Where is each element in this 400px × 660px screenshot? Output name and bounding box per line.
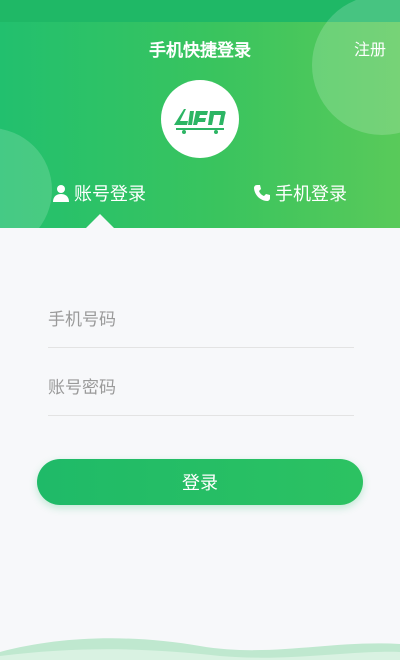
tab-phone-label: 手机登录 xyxy=(275,184,347,205)
register-link[interactable]: 注册 xyxy=(354,36,386,60)
active-tab-indicator xyxy=(86,214,114,228)
user-icon xyxy=(53,185,69,202)
phone-icon xyxy=(254,185,270,201)
app-logo xyxy=(161,80,239,158)
tab-account-login[interactable]: 账号登录 xyxy=(52,180,146,206)
page-title: 手机快捷登录 xyxy=(149,41,251,61)
tab-phone-login[interactable]: 手机登录 xyxy=(253,180,347,206)
header-banner: 手机快捷登录 注册 账号登录 手机登录 xyxy=(0,0,400,228)
phone-input[interactable] xyxy=(48,292,354,347)
decorative-bubble-left xyxy=(0,128,52,228)
bottom-wave-decoration xyxy=(0,638,400,660)
tab-account-label: 账号登录 xyxy=(74,184,146,205)
password-field xyxy=(48,360,354,416)
password-input[interactable] xyxy=(48,360,354,415)
login-button[interactable]: 登录 xyxy=(37,459,363,505)
app-logo-icon xyxy=(174,109,226,134)
phone-field xyxy=(48,292,354,348)
